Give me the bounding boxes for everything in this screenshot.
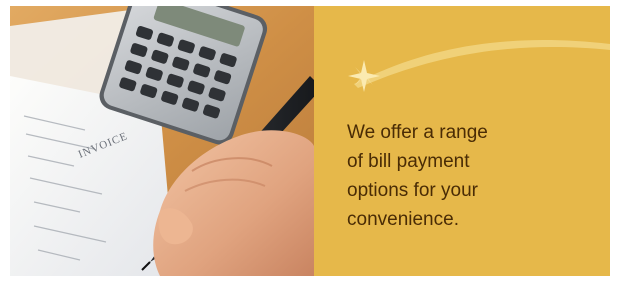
sparkle-icon — [348, 60, 380, 92]
promo-banner: INVOICE We offer a range of bill payment… — [10, 6, 610, 276]
bill-payment-photo: INVOICE — [10, 6, 314, 276]
bill-payment-message: We offer a range of bill payment options… — [347, 122, 488, 230]
message-panel: We offer a range of bill payment options… — [314, 6, 610, 276]
